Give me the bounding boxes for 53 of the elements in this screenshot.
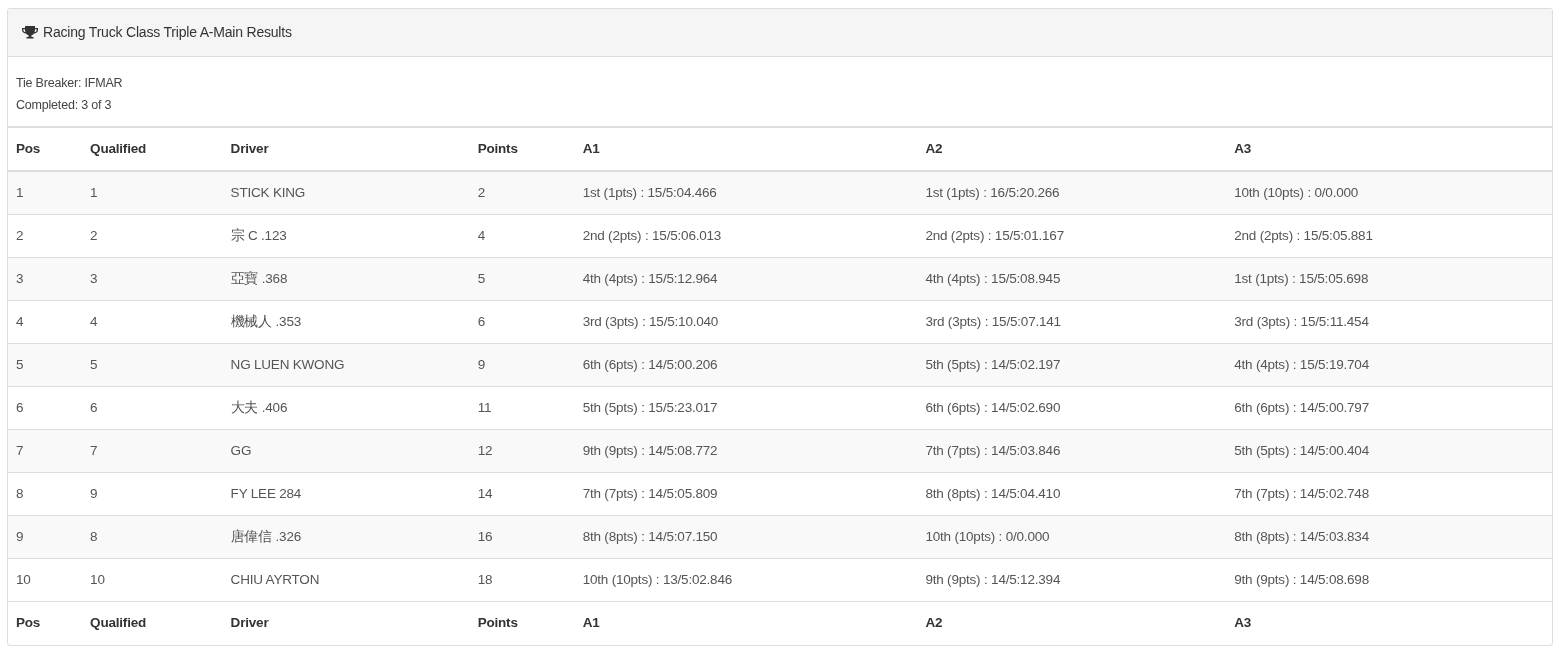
table-cell: 3 — [8, 257, 83, 301]
table-cell: 7 — [8, 429, 83, 473]
table-cell: 4th (4pts) : 15/5:08.945 — [917, 257, 1227, 301]
table-cell: 9th (9pts) : 14/5:12.394 — [917, 558, 1227, 602]
table-cell: GG — [222, 429, 470, 473]
table-cell: 5 — [469, 257, 575, 301]
table-cell: 8th (8pts) : 14/5:03.834 — [1226, 515, 1552, 559]
table-cell: 16 — [469, 515, 575, 559]
table-cell: 1 — [8, 171, 83, 215]
info-text: Completed: 3 of 3 — [16, 97, 113, 114]
column-header: A1 — [574, 601, 918, 646]
table-cell: CHIU AYRTON — [222, 558, 470, 602]
column-header: A2 — [917, 601, 1227, 646]
table-cell: 10th (10pts) : 0/0.000 — [1226, 171, 1552, 215]
table-cell: 7 — [82, 429, 223, 473]
table-cell: 4th (4pts) : 15/5:19.704 — [1226, 343, 1552, 387]
column-header: Points — [469, 601, 575, 646]
table-cell: 5 — [82, 343, 223, 387]
table-cell: 10 — [82, 558, 223, 602]
table-cell: 9th (9pts) : 14/5:08.772 — [574, 429, 918, 473]
column-header: Qualified — [82, 601, 223, 646]
table-cell: 2 — [469, 171, 575, 215]
table-cell: 8 — [82, 515, 223, 559]
table-cell: 唐偉信 .326 — [222, 515, 470, 559]
table-cell: 亞寶 .368 — [222, 257, 470, 301]
panel-title: Racing Truck Class Triple A-Main Results — [43, 23, 292, 42]
table-cell: 9th (9pts) : 14/5:08.698 — [1226, 558, 1552, 602]
table-cell: 5th (5pts) : 14/5:02.197 — [917, 343, 1227, 387]
table-cell: 18 — [469, 558, 575, 602]
table-cell: 10th (10pts) : 0/0.000 — [917, 515, 1227, 559]
table-cell: 1 — [82, 171, 223, 215]
column-header: Pos — [8, 601, 83, 646]
trophy-icon — [22, 25, 38, 40]
column-header: A3 — [1226, 601, 1552, 646]
table-cell: 3 — [82, 257, 223, 301]
table-cell: 7th (7pts) : 14/5:03.846 — [917, 429, 1227, 473]
table-cell: 1st (1pts) : 15/5:05.698 — [1226, 257, 1552, 301]
table-cell: 6th (6pts) : 14/5:00.206 — [574, 343, 918, 387]
table-cell: 9 — [8, 515, 83, 559]
table-cell: 10 — [8, 558, 83, 602]
table-cell: STICK KING — [222, 171, 470, 215]
table-cell: 1st (1pts) : 16/5:20.266 — [917, 171, 1227, 215]
table-cell: 9 — [469, 343, 575, 387]
table-cell: 5 — [8, 343, 83, 387]
table-cell: 1st (1pts) : 15/5:04.466 — [574, 171, 918, 215]
table-cell: 5th (5pts) : 14/5:00.404 — [1226, 429, 1552, 473]
column-header: Driver — [222, 601, 470, 646]
table-cell: 8th (8pts) : 14/5:07.150 — [574, 515, 918, 559]
table-cell: 4th (4pts) : 15/5:12.964 — [574, 257, 918, 301]
info-text: Tie Breaker: IFMAR — [16, 75, 124, 92]
table-cell: 10th (10pts) : 13/5:02.846 — [574, 558, 918, 602]
table-cell: NG LUEN KWONG — [222, 343, 470, 387]
table-cell: 12 — [469, 429, 575, 473]
